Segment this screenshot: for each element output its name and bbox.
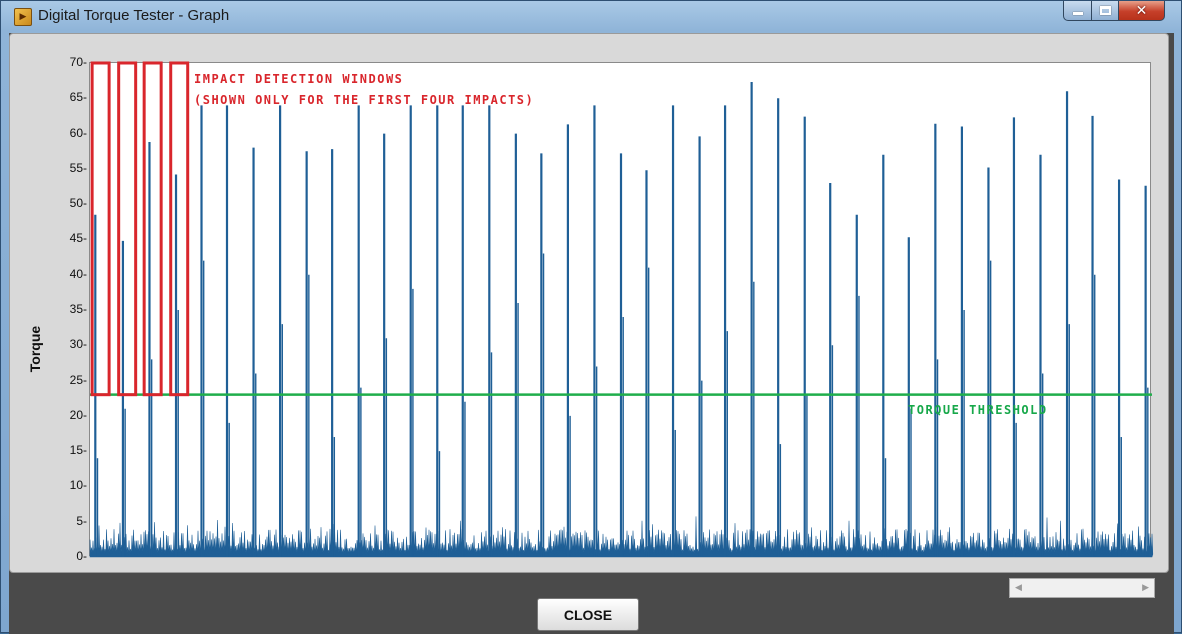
threshold-label: TORQUE THRESHOLD bbox=[908, 403, 1048, 417]
y-tick-label: 55- bbox=[69, 160, 87, 175]
minimize-icon bbox=[1072, 12, 1083, 15]
y-tick-label: 65- bbox=[69, 90, 87, 105]
horizontal-scrollbar[interactable]: ◀ ▶ bbox=[1009, 578, 1155, 598]
title-bar[interactable]: ▶ Digital Torque Tester - Graph ✕ bbox=[1, 1, 1181, 33]
graph-panel: Torque 0- 5- 10- 15- 20- 25- 30- 35- 40- 45- 50- 55… bbox=[9, 33, 1169, 573]
y-tick-label: 20- bbox=[69, 407, 87, 422]
window-close-button[interactable]: ✕ bbox=[1119, 1, 1165, 21]
close-icon: ✕ bbox=[1135, 2, 1148, 19]
y-tick-label: 30- bbox=[69, 337, 87, 352]
scroll-right-icon[interactable]: ▶ bbox=[1142, 583, 1149, 593]
y-tick-label: 10- bbox=[69, 478, 87, 493]
windows-annotation-line1: IMPACT DETECTION WINDOWS bbox=[194, 72, 404, 86]
close-button[interactable]: CLOSE bbox=[537, 598, 639, 631]
labview-icon: ▶ bbox=[14, 8, 32, 26]
y-tick-label: 35- bbox=[69, 302, 87, 316]
y-tick-label: 40- bbox=[69, 266, 87, 281]
y-tick-label: 5- bbox=[76, 513, 87, 528]
scroll-left-icon[interactable]: ◀ bbox=[1015, 583, 1022, 593]
maximize-button[interactable] bbox=[1092, 1, 1119, 21]
maximize-icon bbox=[1099, 6, 1111, 15]
impact-detection-window bbox=[117, 61, 138, 397]
minimize-button[interactable] bbox=[1063, 1, 1092, 21]
windows-annotation-line2: (SHOWN ONLY FOR THE FIRST FOUR IMPACTS) bbox=[194, 93, 535, 107]
window-controls: ✕ bbox=[1063, 1, 1165, 21]
plot-area[interactable]: IMPACT DETECTION WINDOWS (SHOWN ONLY FOR… bbox=[89, 61, 1154, 558]
y-axis-label: Torque bbox=[27, 325, 43, 373]
torque-chart bbox=[89, 61, 1154, 558]
y-tick-label: 15- bbox=[69, 443, 87, 458]
y-tick-label: 60- bbox=[69, 125, 87, 140]
impact-detection-window bbox=[142, 61, 163, 397]
window-title: Digital Torque Tester - Graph bbox=[38, 7, 230, 24]
y-tick-label: 25- bbox=[69, 372, 87, 387]
y-tick-label: 0- bbox=[76, 549, 87, 563]
y-tick-label: 70- bbox=[69, 55, 87, 69]
y-tick-label: 50- bbox=[69, 196, 87, 211]
client-area: Torque 0- 5- 10- 15- 20- 25- 30- 35- 40- 45- 50- 55… bbox=[9, 33, 1174, 634]
app-window: ▶ Digital Torque Tester - Graph ✕ Torque… bbox=[0, 0, 1182, 634]
impact-detection-window bbox=[169, 61, 190, 397]
y-tick-label: 45- bbox=[69, 231, 87, 246]
